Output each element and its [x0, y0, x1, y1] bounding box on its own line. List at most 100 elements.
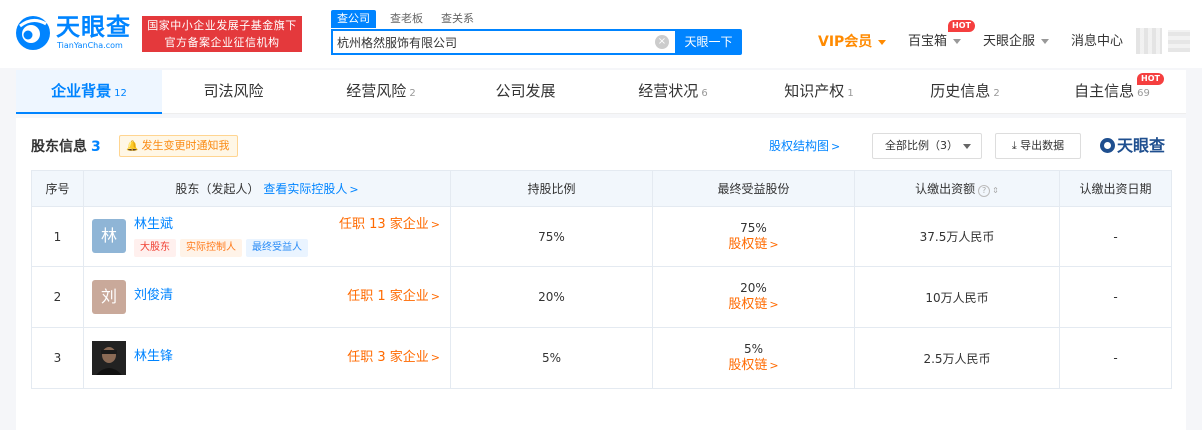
export-button[interactable]: ⤓ 导出数据 — [995, 133, 1081, 159]
ratio-select[interactable]: 全部比例（3） — [872, 133, 982, 159]
actual-controller-link[interactable]: 查看实际控股人 > — [263, 182, 358, 196]
date-cell: - — [1059, 327, 1172, 389]
col-capital[interactable]: 认缴出资额? ⇕ — [854, 170, 1060, 207]
jobs-link[interactable]: 任职 1 家企业 > — [347, 289, 440, 305]
nav-enterprise-label: 天眼企服 — [983, 34, 1036, 49]
brand-watermark: 天眼查 — [1100, 136, 1165, 156]
tab-operating-risk[interactable]: 经营风险 2 — [308, 70, 454, 114]
chevron-down-icon — [963, 144, 971, 149]
tab-label: 自主信息 — [1074, 82, 1135, 100]
tab-label: 经营状况 — [638, 82, 699, 100]
tab-label: 司法风险 — [203, 82, 264, 100]
tab-legal-risk[interactable]: 司法风险 — [162, 70, 308, 114]
tab-company-background[interactable]: 企业背景 12 — [16, 70, 162, 114]
chevron-right-icon: > — [831, 140, 841, 153]
search-tab-company[interactable]: 查公司 — [331, 10, 376, 28]
user-avatar[interactable] — [1136, 28, 1162, 54]
notify-label: 发生变更时通知我 — [141, 139, 230, 152]
jobs-link[interactable]: 任职 13 家企业 > — [339, 217, 440, 233]
avatar[interactable]: 刘 — [92, 280, 126, 314]
chevron-right-icon: > — [769, 237, 779, 251]
tab-label: 历史信息 — [930, 82, 991, 100]
avatar-photo[interactable] — [92, 341, 126, 375]
final-share-cell: 5% 股权链 > — [652, 327, 855, 389]
nav-vip-label: VIP会员 — [818, 34, 873, 50]
bell-icon: 🔔 — [126, 141, 139, 152]
chevron-down-icon — [878, 39, 887, 45]
chevron-right-icon: > — [349, 183, 359, 196]
row-index: 1 — [31, 206, 84, 267]
section-title-text: 股东信息 — [31, 139, 87, 155]
hot-badge: HOT — [1137, 73, 1164, 85]
chevron-right-icon: > — [769, 298, 779, 311]
final-share-value: 5% — [743, 342, 764, 356]
notify-button[interactable]: 🔔 发生变更时通知我 — [119, 135, 239, 157]
date-cell: - — [1059, 206, 1172, 267]
ratio-cell: 75% — [450, 206, 653, 267]
tab-count: 12 — [114, 88, 127, 99]
nav-vip[interactable]: VIP会员 — [818, 33, 887, 51]
equity-chain-label: 股权链 — [728, 297, 768, 312]
search-tab-relation[interactable]: 查关系 — [441, 10, 474, 28]
tab-operating-status[interactable]: 经营状况 6 — [600, 70, 746, 114]
table-header-row: 序号 股东（发起人） 查看实际控股人 > 持股比例 最终受益股份 认缴出资额? ⇕ 认… — [31, 170, 1172, 207]
nav-enterprise-service[interactable]: 天眼企服 — [983, 33, 1050, 51]
export-label: 导出数据 — [1020, 139, 1065, 152]
tab-label: 企业背景 — [51, 82, 112, 100]
avatar[interactable]: 林 — [92, 219, 126, 253]
shareholder-name[interactable]: 林生斌 — [134, 217, 173, 233]
tab-company-development[interactable]: 公司发展 — [454, 70, 600, 114]
final-share-cell: 75% 股权链 > — [652, 206, 855, 267]
section-title: 股东信息 3 — [31, 138, 101, 156]
logo-mark-icon — [16, 16, 50, 50]
col-ratio: 持股比例 — [450, 170, 653, 207]
tab-count: 1 — [847, 88, 854, 99]
row-index: 2 — [31, 266, 84, 328]
tab-label: 经营风险 — [346, 82, 407, 100]
logo-text: 天眼查 — [56, 13, 131, 41]
help-icon[interactable]: ? — [978, 185, 991, 197]
search-button[interactable]: 天眼一下 — [675, 29, 742, 55]
shareholder-name[interactable]: 林生锋 — [134, 349, 173, 365]
ratio-cell: 5% — [450, 327, 653, 389]
jobs-label: 任职 1 家企业 — [347, 289, 429, 304]
col-capital-label: 认缴出资额 — [915, 182, 976, 196]
tab-history[interactable]: 历史信息 2 — [892, 70, 1038, 114]
equity-chain-link[interactable]: 股权链 > — [653, 357, 854, 374]
equity-chain-link[interactable]: 股权链 > — [653, 236, 854, 253]
shareholder-cell: 林 林生斌 任职 13 家企业 > 大股东 实际控制人 最终受益人 — [83, 206, 451, 267]
clear-icon[interactable]: × — [655, 35, 669, 49]
tab-count: 2 — [993, 88, 1000, 99]
shareholder-name[interactable]: 刘俊清 — [134, 288, 173, 304]
tab-count: 6 — [701, 88, 708, 99]
shareholder-cell: 林生锋 任职 3 家企业 > — [83, 327, 451, 389]
tag-major-shareholder: 大股东 — [134, 239, 176, 257]
brand-logo-icon — [1100, 138, 1115, 153]
logo-domain: TianYanCha.com — [57, 41, 123, 50]
search-input[interactable] — [337, 31, 647, 53]
capital-cell: 2.5万人民币 — [854, 327, 1060, 389]
ratio-select-value: 全部比例（3） — [885, 139, 958, 152]
final-share-cell: 20% 股权链 > — [652, 266, 855, 328]
jobs-link[interactable]: 任职 3 家企业 > — [347, 350, 440, 366]
search-tab-boss[interactable]: 查老板 — [390, 10, 423, 28]
equity-chain-link[interactable]: 股权链 > — [653, 296, 854, 313]
gov-badge-line-1: 国家中小企业发展子基金旗下 — [147, 19, 297, 32]
equity-chart-label: 股权结构图 — [769, 139, 830, 153]
brand-text: 天眼查 — [1117, 136, 1166, 155]
equity-chart-link[interactable]: 股权结构图 > — [769, 137, 840, 156]
table-row: 3 林生锋 任职 3 家企业 > 5% 5% 股权链 > 2.5万人民币 - — [31, 327, 1172, 389]
col-date: 认缴出资日期 — [1059, 170, 1172, 207]
user-name-blurred[interactable] — [1168, 30, 1190, 52]
tianyancha-logo[interactable]: 天眼查 TianYanCha.com — [14, 12, 134, 54]
tab-count: 2 — [409, 88, 416, 99]
tab-label: 知识产权 — [784, 82, 845, 100]
table-row: 2 刘 刘俊清 任职 1 家企业 > 20% 20% 股权链 > 10万人民币 - — [31, 266, 1172, 328]
nav-messages[interactable]: 消息中心 — [1071, 33, 1123, 51]
gov-badge: 国家中小企业发展子基金旗下 官方备案企业征信机构 — [142, 16, 302, 52]
nav-baibaoxiang[interactable]: 百宝箱 — [908, 33, 962, 51]
col-shareholder-label: 股东（发起人） — [175, 182, 260, 196]
col-final-share: 最终受益股份 — [652, 170, 855, 207]
tab-intellectual-property[interactable]: 知识产权 1 — [746, 70, 892, 114]
sort-icon[interactable]: ⇕ — [992, 186, 999, 196]
